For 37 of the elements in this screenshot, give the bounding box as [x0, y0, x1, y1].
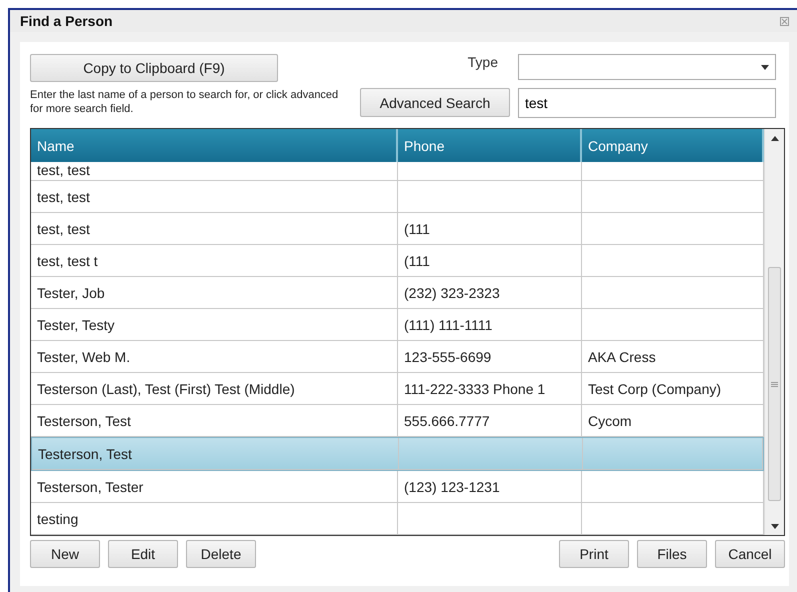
table-row[interactable]: Testerson, Tester (123) 123-1231	[31, 471, 764, 503]
table-row[interactable]: Tester, Web M. 123-555-6699 AKA Cress	[31, 341, 764, 373]
scroll-thumb[interactable]	[768, 267, 781, 501]
table-cell: testing	[31, 503, 398, 535]
close-icon[interactable]	[780, 16, 789, 26]
table-row[interactable]: test, test	[31, 181, 764, 213]
action-button[interactable]: Files	[637, 540, 707, 568]
action-button[interactable]: Delete	[186, 540, 256, 568]
type-dropdown[interactable]	[518, 54, 776, 80]
dropdown-caret-icon	[761, 64, 769, 70]
table-cell: Testerson, Test	[32, 438, 399, 470]
action-button[interactable]: New	[30, 540, 100, 568]
action-button[interactable]: Edit	[108, 540, 178, 568]
grip-icon	[771, 382, 778, 386]
advanced-search-button[interactable]: Advanced Search	[360, 88, 510, 117]
scrollbar[interactable]	[764, 129, 784, 535]
scroll-down-icon[interactable]	[770, 524, 778, 529]
table-row[interactable]: test, test t (111	[31, 245, 764, 277]
table-row[interactable]: Testerson, Test 555.666.7777 Cycom	[31, 405, 764, 437]
table-row[interactable]: testing	[31, 503, 764, 535]
window-title: Find a Person	[20, 13, 113, 29]
table-row[interactable]: Tester, Job (232) 323-2323	[31, 277, 764, 309]
scroll-up-icon[interactable]	[770, 136, 778, 141]
selected-row[interactable]: Testerson, Test	[31, 437, 764, 471]
table-row[interactable]: Testerson (Last), Test (First) Test (Middle) 111-222-3333 Phone 1 Test Corp (Company)	[31, 373, 764, 405]
table-row[interactable]: test, test	[31, 162, 764, 181]
column-header[interactable]: Company	[582, 129, 764, 162]
copy-button[interactable]: Copy to Clipboard (F9)	[30, 54, 278, 82]
hint-text: Enter the last name of a person to search for, or click advanced for more search field.	[30, 88, 340, 117]
action-button[interactable]: Print	[559, 540, 629, 568]
action-button[interactable]: Cancel	[715, 540, 785, 568]
column-header[interactable]: Phone	[398, 129, 582, 162]
search-field[interactable]: test	[518, 88, 776, 118]
table-row[interactable]: Tester, Testy (111) 111-1111	[31, 309, 764, 341]
table-row[interactable]: test, test (111	[31, 213, 764, 245]
type-label: Type	[468, 54, 498, 72]
column-header[interactable]: Name	[31, 129, 398, 162]
